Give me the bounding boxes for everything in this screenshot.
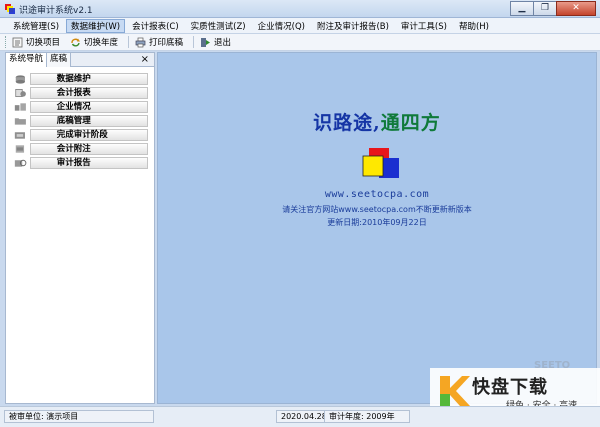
status-audited-unit: 被审单位: 演示项目	[4, 410, 154, 423]
website-link[interactable]: www.seetocpa.com	[158, 189, 596, 200]
status-bar: 被审单位: 演示项目 2020.04.28 审计年度: 2009年	[0, 406, 600, 427]
watermark-brand: 快盘下载	[472, 377, 548, 398]
menu-audit-tools[interactable]: 审计工具(S)	[396, 19, 452, 33]
minimize-icon: ▁	[518, 3, 526, 13]
menu-help[interactable]: 帮助(H)	[454, 19, 494, 33]
project-icon	[12, 37, 23, 47]
nav-item-draft-management[interactable]: 底稿管理	[13, 114, 148, 128]
nav-item-company[interactable]: 企业情况	[13, 100, 148, 114]
menu-bar: 系统管理(S) 数据维护(W) 会计报表(C) 实质性测试(Z) 企业情况(Q)…	[0, 18, 600, 34]
nav-item-accounting-notes[interactable]: 会计附注	[13, 142, 148, 156]
toolbar-separator	[128, 36, 130, 48]
slogan-part-1: 识路途,	[313, 112, 381, 134]
restore-button[interactable]: ❐	[533, 1, 557, 16]
nav-item-data-maintenance[interactable]: 数据维护	[13, 72, 148, 86]
nav-item-complete-stage[interactable]: 完成审计阶段	[13, 128, 148, 142]
nav-item-label: 数据维护	[29, 73, 148, 85]
stage-icon	[14, 132, 25, 139]
update-date: 更新日期:2010年09月22日	[327, 218, 427, 227]
menu-company[interactable]: 企业情况(Q)	[253, 19, 310, 33]
print-draft-label: 打印底稿	[149, 38, 184, 48]
watermark-logo-icon	[440, 376, 470, 406]
notes-icon	[15, 145, 25, 153]
panel-tabs: 系统导航 底稿 ×	[6, 53, 154, 67]
close-button[interactable]: ✕	[556, 1, 596, 16]
nav-item-label: 企业情况	[29, 101, 148, 113]
welcome-area: 识路途,通四方 www.seetocpa.com 请关注官方网站www.seet…	[157, 52, 597, 404]
minimize-button[interactable]: ▁	[510, 1, 534, 16]
switch-year-label: 切换年度	[84, 38, 119, 48]
window-title: 识途审计系统v2.1	[19, 6, 93, 16]
folder-icon	[14, 118, 26, 125]
menu-substantive-test[interactable]: 实质性测试(Z)	[186, 19, 251, 33]
close-icon: ✕	[572, 3, 580, 13]
switch-project-button[interactable]: 切换项目	[12, 36, 60, 48]
panel-close-icon[interactable]: ×	[141, 53, 149, 66]
nav-item-audit-report[interactable]: 审计报告	[13, 156, 148, 170]
company-icon	[14, 103, 26, 111]
update-notice: 请关注官方网站www.seetocpa.com不断更新新版本	[282, 205, 472, 214]
app-icon	[5, 4, 15, 14]
title-bar: 识途审计系统v2.1 ▁ ❐ ✕	[0, 0, 600, 18]
navigation-panel: 系统导航 底稿 × 数据维护 会计报表 企业情况 底稿管理 完成审计阶段 会计附…	[5, 52, 155, 404]
slogan: 识路途,通四方	[158, 108, 596, 135]
audit-icon	[14, 159, 27, 167]
nav-item-label: 底稿管理	[29, 115, 148, 127]
menu-system[interactable]: 系统管理(S)	[8, 19, 64, 33]
tab-system-navigation[interactable]: 系统导航	[6, 53, 48, 67]
menu-notes-audit-report[interactable]: 附注及审计报告(B)	[312, 19, 394, 33]
toolbar-grip[interactable]	[5, 36, 8, 48]
report-icon	[15, 88, 26, 98]
menu-reports[interactable]: 会计报表(C)	[127, 19, 184, 33]
status-audit-year: 审计年度: 2009年	[324, 410, 410, 423]
exit-label: 退出	[214, 38, 232, 48]
nav-item-label: 会计报表	[29, 87, 148, 99]
toolbar: 切换项目 切换年度 打印底稿 退出	[0, 34, 600, 51]
switch-project-label: 切换项目	[26, 38, 61, 48]
nav-item-label: 会计附注	[29, 143, 148, 155]
restore-icon: ❐	[540, 3, 550, 13]
refresh-icon	[71, 38, 81, 46]
exit-button[interactable]: 退出	[200, 36, 231, 48]
print-draft-button[interactable]: 打印底稿	[135, 36, 183, 48]
switch-year-button[interactable]: 切换年度	[70, 36, 118, 48]
tab-drafts[interactable]: 底稿	[47, 53, 72, 67]
toolbar-separator	[193, 36, 195, 48]
nav-list: 数据维护 会计报表 企业情况 底稿管理 完成审计阶段 会计附注 审计报告	[6, 67, 154, 170]
menu-data-maintenance[interactable]: 数据维护(W)	[66, 18, 126, 33]
slogan-part-2: 通四方	[380, 112, 441, 134]
logo-squares	[362, 148, 399, 178]
nav-item-label: 审计报告	[29, 157, 148, 169]
database-icon	[15, 75, 25, 84]
exit-icon	[201, 37, 211, 47]
nav-item-reports[interactable]: 会计报表	[13, 86, 148, 100]
nav-item-label: 完成审计阶段	[29, 129, 148, 141]
printer-icon	[135, 37, 146, 47]
